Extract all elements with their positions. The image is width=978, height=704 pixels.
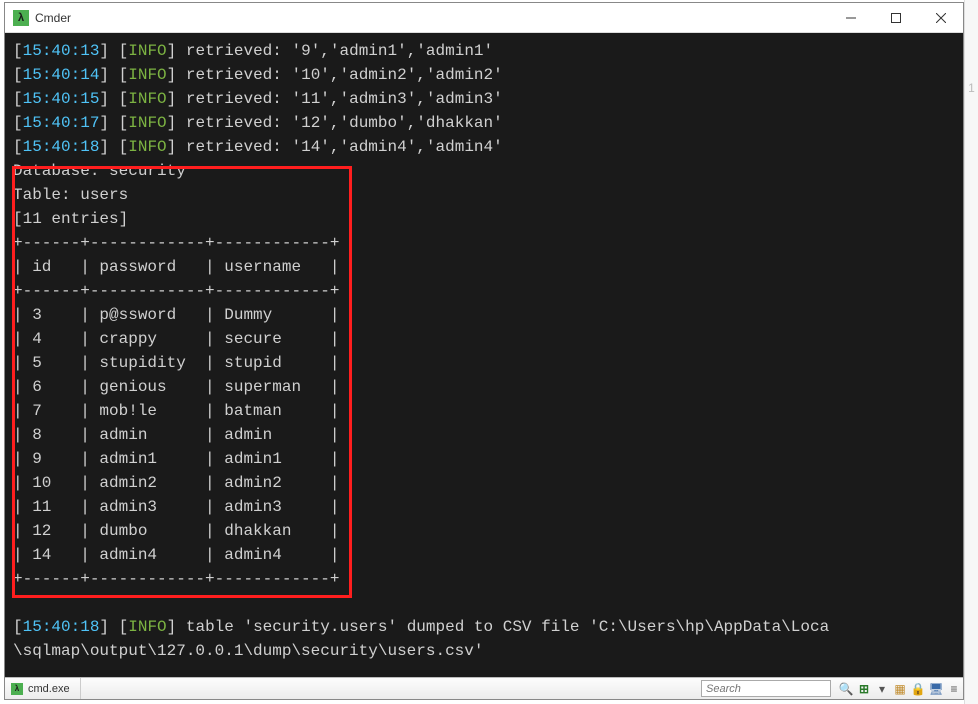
new-console-icon[interactable]: ⊞: [856, 681, 872, 697]
console-tab[interactable]: λ cmd.exe: [5, 678, 81, 699]
terminal-output[interactable]: [15:40:13] [INFO] retrieved: '9','admin1…: [5, 33, 963, 677]
window-title: Cmder: [35, 11, 828, 25]
tab-icon: λ: [11, 683, 23, 695]
close-button[interactable]: [918, 3, 963, 32]
tab-label: cmd.exe: [28, 683, 70, 695]
titlebar: λ Cmder: [5, 3, 963, 33]
window-controls: [828, 3, 963, 32]
minimize-icon: [846, 13, 856, 23]
dropdown-icon[interactable]: ▾: [874, 681, 890, 697]
search-icon[interactable]: 🔍: [838, 681, 854, 697]
minimize-button[interactable]: [828, 3, 873, 32]
maximize-button[interactable]: [873, 3, 918, 32]
close-icon: [936, 13, 946, 23]
app-icon: λ: [13, 10, 29, 26]
menu-icon[interactable]: ≡: [946, 681, 962, 697]
cmder-window: λ Cmder [15:40:13] [INFO] retrieved: '9'…: [4, 2, 964, 700]
monitor-icon[interactable]: 🖥: [928, 681, 944, 697]
statusbar: λ cmd.exe 🔍 ⊞ ▾ ▦ 🔒 🖥 ≡: [5, 677, 963, 699]
maximize-icon: [891, 13, 901, 23]
background-sliver: 1: [964, 0, 978, 704]
search-input[interactable]: [701, 680, 831, 697]
lock-icon[interactable]: 🔒: [910, 681, 926, 697]
show-buttons-icon[interactable]: ▦: [892, 681, 908, 697]
lambda-icon: λ: [18, 12, 24, 24]
